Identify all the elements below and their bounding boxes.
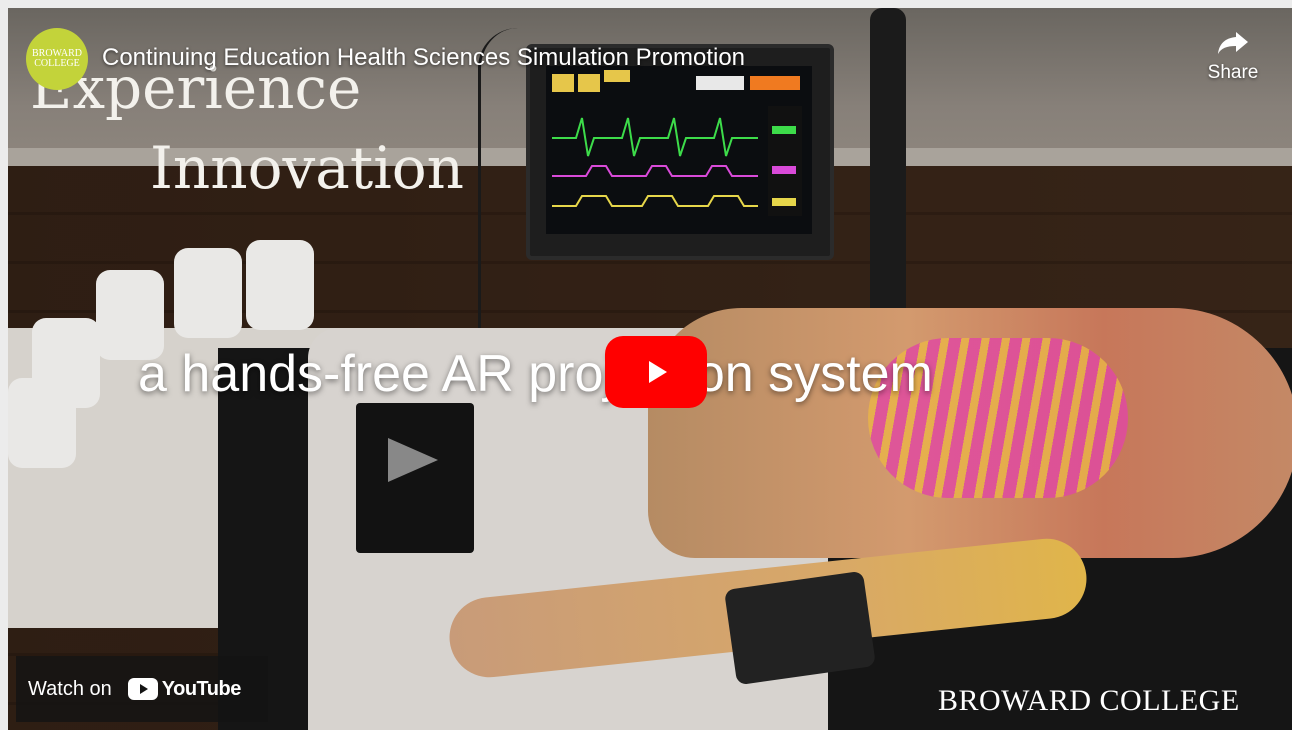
thumbnail-bottle	[8, 378, 76, 468]
youtube-logo-icon	[127, 678, 158, 700]
channel-logo[interactable]: BROWARD COLLEGE	[26, 28, 88, 90]
monitor-waveforms	[552, 70, 802, 216]
thumbnail-projector-pole	[870, 8, 906, 348]
watch-on-label: Watch on	[28, 677, 112, 700]
share-label: Share	[1207, 62, 1259, 83]
thumbnail-monitor-screen	[546, 66, 812, 234]
share-arrow-icon	[1218, 32, 1248, 54]
share-button[interactable]: Share	[1198, 30, 1268, 84]
youtube-wordmark: YouTube	[161, 677, 242, 700]
thumbnail-bottle	[246, 240, 314, 330]
thumbnail-bp-cuff	[724, 570, 876, 686]
thumbnail-vitals-monitor	[526, 44, 834, 260]
video-title[interactable]: Continuing Education Health Sciences Sim…	[102, 44, 745, 72]
play-button[interactable]	[605, 336, 707, 408]
play-icon	[649, 361, 667, 383]
channel-logo-line2: COLLEGE	[34, 58, 80, 69]
frame-headline-line2: Innovation	[150, 134, 465, 202]
watch-on-youtube-button[interactable]: Watch on YouTube	[16, 656, 268, 722]
brand-watermark: BROWARD COLLEGE	[938, 684, 1240, 717]
youtube-logo: YouTube	[127, 677, 242, 701]
frame-caption: a hands-free AR projection system	[138, 345, 933, 403]
thumbnail-bottle	[174, 248, 242, 338]
thumbnail-device-logo	[388, 438, 438, 482]
video-player[interactable]: Experience Innovation a hands-free AR pr…	[8, 8, 1292, 730]
